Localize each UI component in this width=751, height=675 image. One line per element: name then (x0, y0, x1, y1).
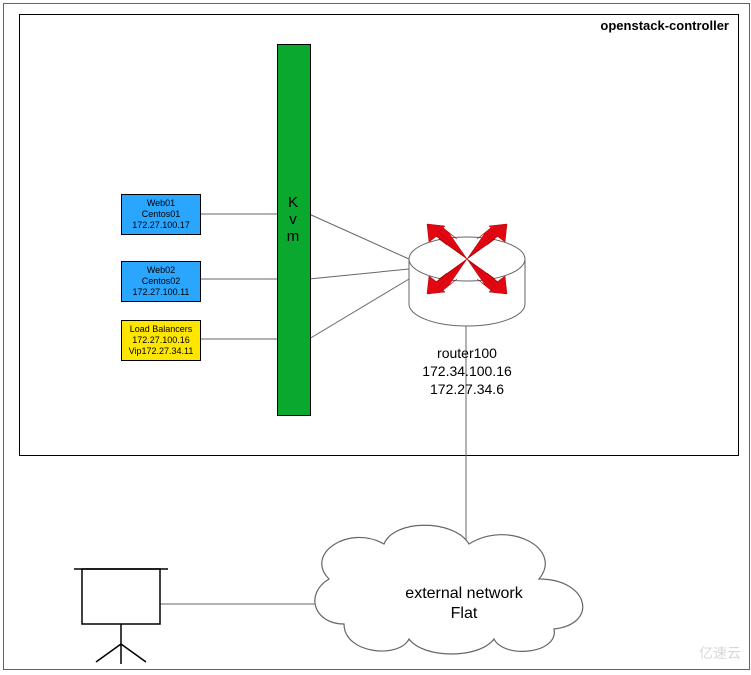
web02-name: Web02 (122, 265, 200, 276)
external-line2: Flat (384, 604, 544, 624)
diagram-canvas: openstack-controller Kvm Web01 Centos01 … (3, 3, 750, 670)
lb-name: Load Balancers (122, 324, 200, 335)
lb-vip: Vip172.27.34.11 (122, 346, 200, 357)
node-web02: Web02 Centos02 172.27.100.11 (121, 261, 201, 302)
controller-box (19, 14, 739, 456)
router-label: router100 172.34.100.16 172.27.34.6 (412, 344, 522, 398)
node-load-balancer: Load Balancers 172.27.100.16 Vip172.27.3… (121, 320, 201, 361)
web01-ip: 172.27.100.17 (122, 220, 200, 231)
router-name: router100 (412, 344, 522, 362)
node-web01: Web01 Centos01 172.27.100.17 (121, 194, 201, 235)
external-line1: external network (384, 584, 544, 604)
router-ip2: 172.27.34.6 (412, 380, 522, 398)
web01-name: Web01 (122, 198, 200, 209)
web02-ip: 172.27.100.11 (122, 287, 200, 298)
web02-os: Centos02 (122, 276, 200, 287)
external-network-label: external network Flat (384, 584, 544, 624)
controller-title: openstack-controller (600, 18, 729, 33)
watermark: 亿速云 (699, 643, 741, 663)
router-ip1: 172.34.100.16 (412, 362, 522, 380)
kvm-label: Kvm (284, 194, 302, 245)
lb-ip: 172.27.100.16 (122, 335, 200, 346)
web01-os: Centos01 (122, 209, 200, 220)
